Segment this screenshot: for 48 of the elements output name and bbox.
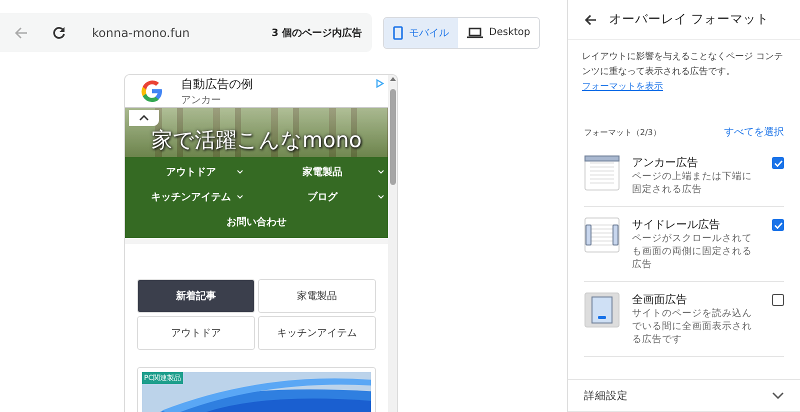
advanced-settings-button[interactable]: 詳細設定: [568, 379, 800, 412]
category-tab[interactable]: キッチンアイテム: [258, 316, 376, 350]
back-arrow-icon[interactable]: [584, 14, 597, 26]
format-name: アンカー広告: [632, 155, 699, 170]
anchor-ad-icon: [584, 155, 620, 192]
site-title: 家で活躍こんなmono: [151, 128, 362, 150]
category-tab[interactable]: アウトドア: [137, 316, 255, 350]
nav-item[interactable]: 家電製品: [256, 159, 388, 184]
category-tab[interactable]: 家電製品: [258, 279, 376, 313]
back-arrow-icon: [14, 26, 28, 40]
category-tab[interactable]: 新着記事: [137, 279, 255, 313]
chevron-up-icon: [139, 115, 149, 121]
collapse-button[interactable]: [129, 110, 159, 126]
url-text: konna-mono.fun: [92, 26, 191, 40]
formats-count: フォーマット（2/3）: [584, 126, 661, 138]
format-description: ページの上端または下端に固定される広告: [632, 170, 753, 196]
format-description: サイトのページを読み込んでいる間に全画面表示される広告です: [632, 307, 753, 346]
ad-subtitle: アンカー: [181, 94, 222, 106]
scroll-up-arrow-icon[interactable]: [390, 77, 396, 81]
panel-description: レイアウトに影響を与えることなくページ コンテンツに重なって表示される広告です。 フォーマットを表示: [581, 50, 784, 94]
g-logo-icon: [139, 78, 165, 104]
format-checkbox[interactable]: [772, 157, 784, 170]
nav-item[interactable]: ブログ: [256, 184, 388, 209]
nav-item[interactable]: キッチンアイテム: [125, 184, 256, 209]
fullscreen-ad-icon: [584, 292, 620, 328]
format-checkbox[interactable]: [772, 219, 784, 232]
chevron-down-icon: [378, 170, 384, 174]
format-name: サイドレール広告: [632, 217, 721, 232]
nav-item[interactable]: アウトドア: [125, 159, 256, 184]
nav-item[interactable]: お問い合わせ: [125, 209, 388, 234]
chevron-down-icon: [378, 194, 384, 198]
chevron-down-icon: [236, 170, 242, 174]
ad-choices-icon[interactable]: [376, 79, 384, 88]
panel-title: オーバーレイ フォーマット: [609, 11, 769, 28]
device-mode-button[interactable]: モバイル: [384, 18, 458, 48]
laptop-icon: [467, 26, 483, 38]
formats-link[interactable]: フォーマットを表示: [582, 82, 663, 92]
chevron-down-icon: [772, 392, 784, 400]
format-description: ページがスクロールされても画面の両側に固定される広告: [632, 232, 753, 272]
side-rail-ad-icon: [584, 217, 620, 254]
format-checkbox[interactable]: [772, 294, 784, 306]
ad-title: 自動広告の例: [181, 76, 254, 92]
format-name: 全画面広告: [632, 292, 688, 308]
ad-count: 3 個のページ内広告: [272, 26, 362, 40]
reload-icon: [52, 26, 66, 40]
select-all-link[interactable]: すべてを選択: [724, 125, 784, 140]
phone-icon: [393, 26, 403, 40]
chevron-down-icon: [236, 194, 242, 198]
